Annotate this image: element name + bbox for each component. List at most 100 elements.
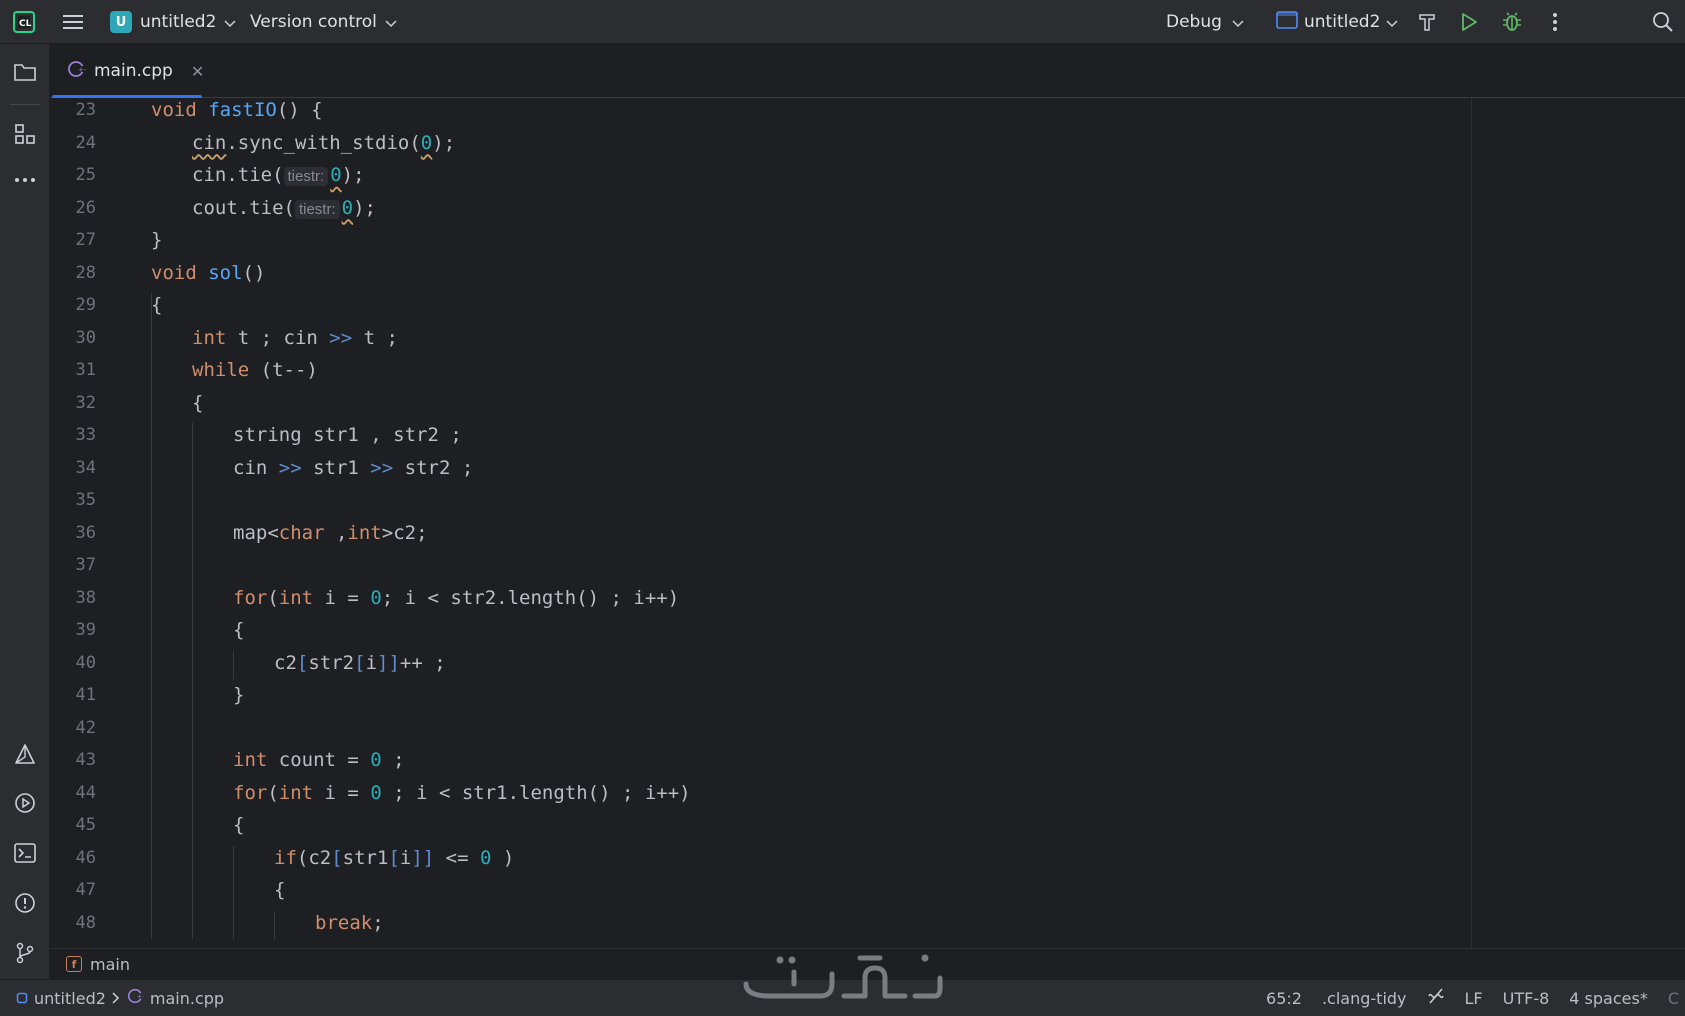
more-tool-windows-icon[interactable]: [11, 166, 39, 194]
code-line[interactable]: void fastIO() {: [151, 98, 323, 127]
indent-guide: [233, 845, 234, 939]
terminal-icon[interactable]: [11, 839, 39, 867]
code-line[interactable]: for(int i = 0; i < str2.length() ; i++): [233, 582, 679, 615]
git-branch-icon[interactable]: [11, 939, 39, 967]
code-line[interactable]: string str1 , str2 ;: [233, 419, 462, 452]
code-token: ]]: [377, 651, 400, 674]
code-token: {: [233, 814, 245, 836]
breadcrumb-function[interactable]: main: [90, 955, 130, 974]
code-token: 0: [370, 781, 382, 804]
caret-position[interactable]: 65:2: [1266, 989, 1302, 1008]
code-line[interactable]: }: [151, 224, 162, 257]
project-badge: U: [110, 11, 132, 33]
code-token: while: [192, 359, 250, 381]
clang-tidy-widget[interactable]: .clang-tidy: [1322, 989, 1407, 1008]
line-number: 46: [75, 847, 96, 868]
code-token: [: [388, 846, 400, 869]
status-file[interactable]: main.cpp: [150, 989, 224, 1008]
structure-icon[interactable]: [11, 120, 39, 148]
code-token: ;: [372, 911, 384, 934]
code-area[interactable]: void fastIO() {cin.sync_with_stdio(0); ci…: [151, 98, 1521, 948]
application-window-icon: [1276, 11, 1298, 33]
code-line[interactable]: for(int i = 0 ; i < str1.length() ; i++): [233, 777, 691, 810]
tab-close-icon[interactable]: ✕: [191, 62, 204, 81]
cmake-icon[interactable]: [11, 740, 39, 768]
navigation-breadcrumb: untitled2 ++ main.cpp: [16, 980, 224, 1016]
cpp-file-icon: ++: [66, 59, 90, 83]
watermark-logo: [743, 954, 943, 999]
code-line[interactable]: {: [151, 289, 162, 322]
tab-main-cpp[interactable]: ++ main.cpp ✕: [50, 44, 204, 99]
line-number: 31: [75, 360, 96, 380]
project-selector[interactable]: U untitled2: [110, 8, 236, 36]
code-token: i: [365, 651, 378, 674]
code-line[interactable]: cin >> str1 >> str2 ;: [233, 452, 473, 485]
debug-bug-icon[interactable]: [1498, 8, 1526, 36]
encoding-widget[interactable]: UTF-8: [1503, 989, 1550, 1008]
version-control-menu[interactable]: Version control: [250, 8, 397, 36]
code-line[interactable]: if(c2[str1[i]] <= 0 ): [274, 842, 514, 875]
line-number: 38: [75, 587, 96, 608]
line-number: 47: [75, 880, 96, 900]
line-number: 36: [75, 522, 96, 543]
indent-guide: [233, 650, 234, 679]
code-token: [: [354, 651, 366, 674]
code-line[interactable]: cin.tie(tiestr: 0);: [192, 159, 365, 192]
chevron-down-icon: [385, 13, 397, 32]
code-line[interactable]: c2[str2[i]]++ ;: [274, 647, 446, 680]
code-line[interactable]: {: [192, 387, 203, 420]
build-configuration-selector[interactable]: Debug: [1166, 8, 1244, 36]
code-token: ): [491, 846, 515, 869]
code-token: fastIO: [208, 99, 277, 121]
hamburger-menu-icon[interactable]: [59, 8, 87, 36]
chevron-right-icon: [112, 989, 120, 1008]
code-line[interactable]: map<char ,int>c2;: [233, 517, 428, 550]
code-line[interactable]: {: [233, 614, 244, 647]
project-folder-icon[interactable]: [11, 58, 39, 86]
code-token: 0: [370, 749, 382, 771]
code-token: c2: [274, 651, 297, 674]
code-line[interactable]: int count = 0 ;: [233, 744, 405, 777]
code-token: int: [278, 586, 314, 609]
code-line[interactable]: {: [233, 809, 244, 842]
line-number: 27: [75, 230, 96, 250]
run-configuration-selector[interactable]: untitled2: [1276, 8, 1398, 36]
code-token: (c2: [296, 846, 332, 869]
run-config-name: untitled2: [1304, 12, 1381, 32]
ai-assistant-off-icon[interactable]: [1427, 987, 1445, 1009]
clion-logo-icon[interactable]: CL: [10, 8, 38, 36]
function-badge-icon: f: [66, 956, 82, 972]
run-icon[interactable]: [1455, 8, 1483, 36]
code-line[interactable]: }: [233, 679, 244, 712]
code-line[interactable]: {: [274, 874, 285, 907]
code-line[interactable]: void sol(): [151, 257, 265, 290]
code-token: );: [341, 164, 365, 186]
indent-widget[interactable]: 4 spaces*: [1569, 989, 1648, 1008]
code-line[interactable]: cin.sync_with_stdio(0);: [192, 127, 455, 160]
code-token: void: [151, 99, 197, 121]
tab-label: main.cpp: [94, 61, 173, 81]
code-token: >>: [329, 326, 353, 349]
code-token: sol: [208, 261, 243, 284]
services-icon[interactable]: [11, 789, 39, 817]
svg-text:CL: CL: [19, 19, 32, 29]
code-line[interactable]: int t ; cin >> t ;: [192, 322, 398, 355]
status-project[interactable]: untitled2: [34, 989, 106, 1008]
code-line[interactable]: break;: [315, 907, 384, 940]
build-hammer-icon[interactable]: [1413, 8, 1441, 36]
code-token: for: [233, 586, 268, 609]
code-line[interactable]: while (t--): [192, 354, 318, 387]
code-line[interactable]: cout.tie(tiestr: 0);: [192, 192, 376, 225]
problems-icon[interactable]: [11, 889, 39, 917]
code-token: int: [233, 749, 268, 771]
search-icon[interactable]: [1649, 8, 1677, 36]
overflow-widget[interactable]: C: [1668, 989, 1679, 1008]
code-editor[interactable]: 23 24 25 26 27 28 29 30 31 32 33 34 35 36 37 38 39 40 41 42…: [50, 98, 1685, 948]
more-actions-kebab-icon[interactable]: [1541, 8, 1569, 36]
line-number: 35: [75, 490, 96, 510]
code-token: 0: [330, 164, 342, 186]
code-token: (): [242, 261, 266, 284]
line-number-gutter: 23 24 25 26 27 28 29 30 31 32 33 34 35 36 37 38 39 40 41 42…: [50, 98, 145, 948]
line-ending-widget[interactable]: LF: [1465, 989, 1483, 1008]
chevron-down-icon: [224, 13, 236, 32]
